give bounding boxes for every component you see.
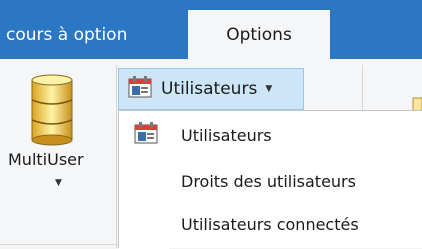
- tab-cours-a-option[interactable]: cours à option: [0, 10, 188, 59]
- multiuser-button[interactable]: MultiUser ▼: [0, 70, 116, 220]
- group-divider: [116, 65, 117, 248]
- menu-item-utilisateurs-connectes[interactable]: Utilisateurs connectés: [119, 204, 422, 244]
- menu-item-label: Utilisateurs connectés: [181, 214, 359, 234]
- multiuser-label: MultiUser: [8, 150, 84, 169]
- users-dropdown-button[interactable]: Utilisateurs ▼: [118, 68, 304, 110]
- tab-options[interactable]: Options: [188, 10, 330, 59]
- chevron-down-icon: ▼: [265, 84, 273, 94]
- tab-label: Options: [226, 24, 292, 45]
- chevron-down-icon: ▼: [55, 178, 62, 188]
- menu-item-label: Utilisateurs: [181, 125, 272, 145]
- users-calendar-icon: [133, 121, 159, 149]
- ribbon-bottom-border: [0, 244, 118, 245]
- menu-item-label: Droits des utilisateurs: [181, 171, 356, 191]
- users-dropdown-menu: Utilisateurs Droits des utilisateurs Uti…: [118, 110, 422, 249]
- menu-item-utilisateurs[interactable]: Utilisateurs: [119, 115, 422, 155]
- menu-item-droits-des-utilisateurs[interactable]: Droits des utilisateurs: [119, 161, 422, 201]
- database-icon: [30, 74, 74, 150]
- users-button-label: Utilisateurs: [161, 79, 258, 99]
- tab-label: cours à option: [6, 24, 128, 45]
- users-calendar-icon: [127, 75, 153, 103]
